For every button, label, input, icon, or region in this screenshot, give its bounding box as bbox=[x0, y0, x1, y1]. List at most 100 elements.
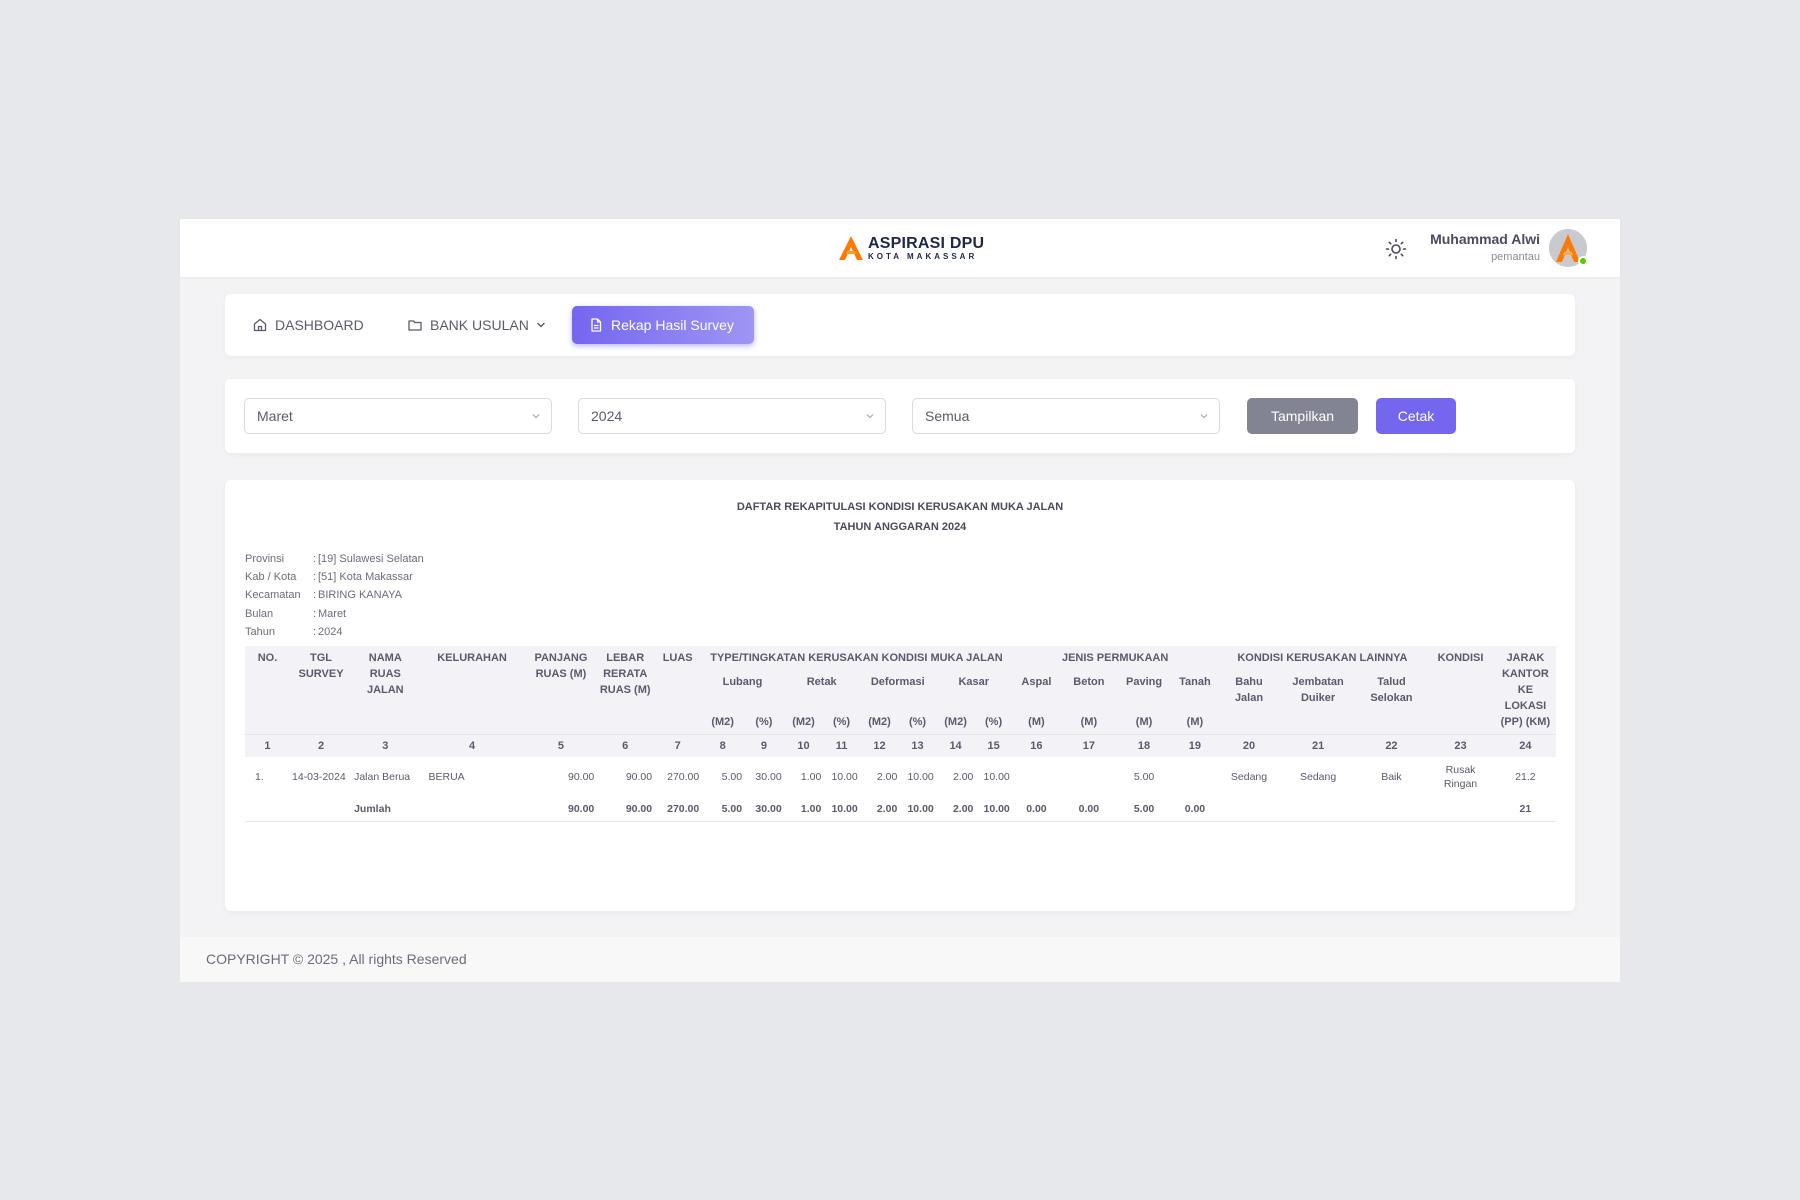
cell-deformasi-m2: 2.00 bbox=[876, 771, 898, 783]
unit-m2: (M2) bbox=[783, 710, 824, 735]
col-number: 16 bbox=[1011, 734, 1062, 757]
col-beton: Beton bbox=[1061, 670, 1117, 710]
cell-kondisi: Rusak Ringan bbox=[1443, 764, 1478, 790]
brand-logo[interactable]: ASPIRASI DPU KOTA MAKASSAR bbox=[838, 235, 984, 261]
col-kondisi-lainnya: KONDISI KERUSAKAN LAINNYA bbox=[1218, 646, 1427, 670]
chevron-down-icon bbox=[537, 322, 545, 328]
meta-row-kabkota: Kab / Kota : [51] Kota Makassar bbox=[245, 571, 424, 589]
col-kelurahan: KELURAHAN bbox=[418, 646, 526, 735]
year-select-value: 2024 bbox=[591, 408, 623, 424]
meta-value: 2024 bbox=[318, 625, 343, 638]
sun-icon[interactable] bbox=[1384, 237, 1408, 261]
col-no: NO. bbox=[245, 646, 290, 735]
nav-bank-usulan[interactable]: BANK USULAN bbox=[407, 306, 547, 344]
app-shell: ASPIRASI DPU KOTA MAKASSAR Muhammad Alwi… bbox=[180, 219, 1620, 982]
total-aspal: 0.00 bbox=[1011, 797, 1062, 822]
cell-nama: Jalan Berua bbox=[354, 771, 411, 783]
col-number: 3 bbox=[352, 734, 419, 757]
total-lebar: 90.00 bbox=[596, 797, 655, 822]
report-title: DAFTAR REKAPITULASI KONDISI KERUSAKAN MU… bbox=[736, 501, 1064, 513]
col-number: 23 bbox=[1426, 734, 1495, 757]
col-kondisi: KONDISI bbox=[1426, 646, 1495, 735]
brand-subtitle: KOTA MAKASSAR bbox=[868, 251, 978, 261]
status-select[interactable]: Semua bbox=[912, 398, 1220, 434]
copyright-text: COPYRIGHT © 2025 , All rights Reserved bbox=[206, 951, 467, 967]
top-navbar: ASPIRASI DPU KOTA MAKASSAR Muhammad Alwi… bbox=[180, 219, 1620, 277]
col-nama-ruas: NAMA RUAS JALAN bbox=[352, 646, 419, 735]
meta-row-kecamatan: Kecamatan : BIRING KANAYA bbox=[245, 589, 424, 607]
col-paving: Paving bbox=[1116, 670, 1172, 710]
col-talud-selokan: Talud Selokan bbox=[1356, 670, 1427, 735]
tampilkan-button[interactable]: Tampilkan bbox=[1247, 398, 1358, 434]
col-number: 5 bbox=[525, 734, 597, 757]
year-select[interactable]: 2024 bbox=[578, 398, 886, 434]
nav-dashboard-label: DASHBOARD bbox=[275, 317, 364, 333]
meta-value: [51] Kota Makassar bbox=[318, 571, 413, 584]
folder-icon bbox=[408, 320, 422, 331]
meta-value: [19] Sulawesi Selatan bbox=[318, 553, 424, 565]
meta-label: Tahun bbox=[245, 625, 275, 638]
col-number: 17 bbox=[1061, 734, 1117, 757]
total-luas: 270.00 bbox=[654, 797, 702, 822]
col-number: 2 bbox=[289, 734, 353, 757]
footer: COPYRIGHT © 2025 , All rights Reserved bbox=[180, 937, 1620, 982]
meta-value: BIRING KANAYA bbox=[318, 589, 402, 602]
total-beton: 0.00 bbox=[1061, 797, 1117, 822]
col-number: 15 bbox=[975, 734, 1012, 757]
cell-lubang-m2: 5.00 bbox=[721, 771, 743, 783]
col-jarak: JARAK KANTOR KE LOKASI (PP) (KM) bbox=[1494, 646, 1556, 735]
meta-row-tahun: Tahun : 2024 bbox=[245, 626, 424, 644]
nav-bank-usulan-label: BANK USULAN bbox=[430, 317, 529, 333]
col-panjang: PANJANG RUAS (M) bbox=[525, 646, 597, 735]
cell-empty bbox=[245, 797, 290, 822]
unit-m: (M) bbox=[1061, 710, 1117, 735]
brand-name: ASPIRASI DPU bbox=[868, 234, 985, 252]
cell-tgl: 14-03-2024 bbox=[291, 771, 346, 783]
col-number: 13 bbox=[899, 734, 936, 757]
meta-row-bulan: Bulan : Maret bbox=[245, 608, 424, 626]
col-number: 24 bbox=[1494, 734, 1556, 757]
col-number: 8 bbox=[701, 734, 745, 757]
col-jenis-permukaan: JENIS PERMUKAAN bbox=[1011, 646, 1219, 670]
col-tgl-survey: TGL SURVEY bbox=[289, 646, 353, 735]
chevron-down-icon bbox=[1200, 414, 1208, 419]
brand-text: ASPIRASI DPU KOTA MAKASSAR bbox=[868, 234, 985, 261]
col-tanah: Tanah bbox=[1171, 670, 1219, 710]
total-lubang-pct: 30.00 bbox=[744, 797, 784, 822]
col-number: 10 bbox=[783, 734, 824, 757]
col-number: 7 bbox=[654, 734, 702, 757]
unit-pct: (%) bbox=[975, 710, 1012, 735]
cell-empty bbox=[1218, 797, 1280, 822]
avatar[interactable] bbox=[1549, 229, 1588, 267]
col-lebar: LEBAR RERATA RUAS (M) bbox=[596, 646, 655, 735]
cell-deformasi-pct: 10.00 bbox=[907, 771, 934, 783]
col-kasar: Kasar bbox=[935, 670, 1012, 710]
report-card: DAFTAR REKAPITULASI KONDISI KERUSAKAN MU… bbox=[225, 480, 1575, 911]
total-tanah: 0.00 bbox=[1171, 797, 1219, 822]
total-lubang-m2: 5.00 bbox=[701, 797, 745, 822]
cell-empty bbox=[1356, 797, 1427, 822]
user-info[interactable]: Muhammad Alwi pemantau bbox=[1430, 231, 1540, 263]
report-meta: Provinsi : [19] Sulawesi Selatan Kab / K… bbox=[245, 553, 424, 644]
col-lubang: Lubang bbox=[701, 670, 784, 710]
unit-m: (M) bbox=[1116, 710, 1172, 735]
cetak-button[interactable]: Cetak bbox=[1376, 398, 1456, 434]
col-number: 18 bbox=[1116, 734, 1172, 757]
rekap-table: NO. TGL SURVEY NAMA RUAS JALAN KELURAHAN… bbox=[245, 646, 1556, 822]
filter-card: Maret 2024 Semua Tampilkan Cetak bbox=[225, 379, 1575, 453]
meta-label: Provinsi bbox=[245, 553, 285, 565]
nav-dashboard[interactable]: DASHBOARD bbox=[252, 306, 364, 344]
cell-kelurahan: BERUA bbox=[428, 771, 465, 783]
col-luas: LUAS bbox=[654, 646, 702, 735]
nav-rekap-hasil-survey[interactable]: Rekap Hasil Survey bbox=[572, 306, 754, 344]
cell-retak-pct: 10.00 bbox=[831, 771, 858, 783]
unit-pct: (%) bbox=[744, 710, 784, 735]
total-panjang: 90.00 bbox=[525, 797, 597, 822]
total-paving: 5.00 bbox=[1116, 797, 1172, 822]
month-select[interactable]: Maret bbox=[244, 398, 552, 434]
unit-pct: (%) bbox=[823, 710, 860, 735]
cell-aspal bbox=[1012, 757, 1061, 797]
nav-rekap-label: Rekap Hasil Survey bbox=[611, 317, 734, 333]
table-header-row: NO. TGL SURVEY NAMA RUAS JALAN KELURAHAN… bbox=[245, 646, 1556, 735]
cell-bahu: Sedang bbox=[1230, 771, 1268, 783]
